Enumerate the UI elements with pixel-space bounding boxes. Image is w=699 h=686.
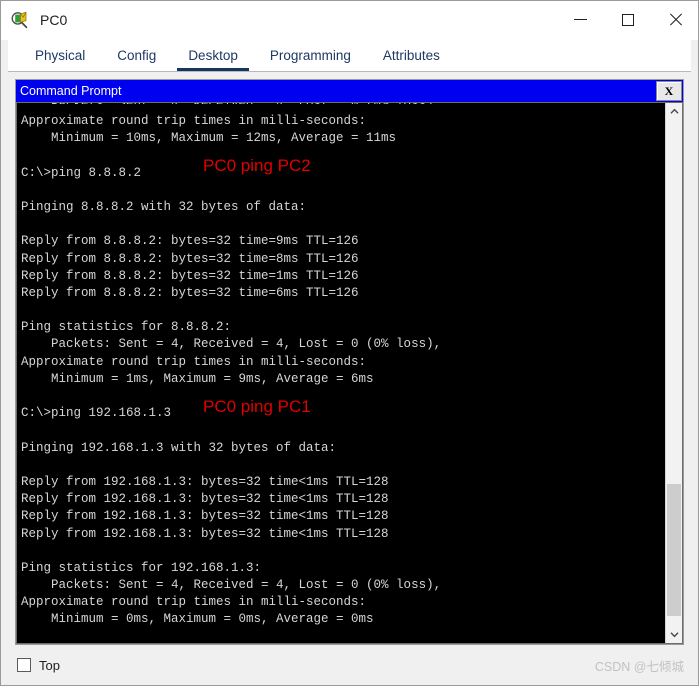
terminal-line: Pinging 192.168.1.3 with 32 bytes of dat… xyxy=(21,440,337,455)
window-title: PC0 xyxy=(40,12,68,28)
terminal-line: Pinging 8.8.8.2 with 32 bytes of data: xyxy=(21,199,307,214)
top-checkbox-label: Top xyxy=(39,657,60,673)
terminal-line: Ping statistics for 8.8.8.2: xyxy=(21,320,232,335)
scrollbar-thumb[interactable] xyxy=(667,484,681,616)
maximize-button[interactable] xyxy=(604,1,651,38)
top-checkbox-group[interactable]: Top xyxy=(17,658,60,673)
terminal-line: Packets: Sent = 4, Received = 4, Lost = … xyxy=(21,578,442,593)
chevron-down-icon xyxy=(669,632,679,638)
pc0-window: PC0 Physical Config Desktop Programming … xyxy=(0,0,699,686)
command-prompt-titlebar: Command Prompt X xyxy=(16,80,683,102)
terminal-line: Reply from 192.168.1.3: bytes=32 time<1m… xyxy=(21,474,389,489)
tabstrip: Physical Config Desktop Programming Attr… xyxy=(8,40,691,72)
tab-panel: Physical Config Desktop Programming Attr… xyxy=(8,40,691,645)
minimize-button[interactable] xyxy=(557,1,604,38)
annotation-text: PC0 ping PC2 xyxy=(203,156,311,175)
scroll-down-button[interactable] xyxy=(666,626,682,643)
tab-config[interactable]: Config xyxy=(106,48,167,71)
close-icon xyxy=(668,13,682,27)
terminal-line: Reply from 192.168.1.3: bytes=32 time<1m… xyxy=(21,509,389,524)
desktop-pane: Command Prompt X Packets: Sent = 4, Rece… xyxy=(8,72,691,645)
terminal-line: C:\>ping 8.8.8.2 xyxy=(21,165,142,180)
tab-desktop[interactable]: Desktop xyxy=(177,48,249,71)
terminal-scrollbar[interactable] xyxy=(665,103,682,643)
top-checkbox[interactable] xyxy=(17,658,31,672)
command-prompt-title: Command Prompt xyxy=(20,84,122,98)
terminal-line: Reply from 8.8.8.2: bytes=32 time=6ms TT… xyxy=(21,285,359,300)
terminal-output[interactable]: Packets: Sent = 4, Received = 4, Lost = … xyxy=(17,103,665,643)
chevron-up-icon xyxy=(669,108,679,114)
close-button[interactable] xyxy=(651,1,698,38)
bottom-bar: Top CSDN @七倾城 xyxy=(1,645,698,685)
terminal-line: Reply from 8.8.8.2: bytes=32 time=8ms TT… xyxy=(21,251,359,266)
titlebar-left: PC0 xyxy=(1,11,557,29)
terminal-line: Minimum = 0ms, Maximum = 0ms, Average = … xyxy=(21,612,374,627)
terminal-line: Reply from 8.8.8.2: bytes=32 time=9ms TT… xyxy=(21,234,359,249)
terminal-line: Packets: Sent = 4, Received = 4, Lost = … xyxy=(21,337,442,352)
window-titlebar: PC0 xyxy=(1,1,698,40)
packet-tracer-pc-icon xyxy=(11,11,29,29)
terminal-line: Approximate round trip times in milli-se… xyxy=(21,114,367,128)
watermark: CSDN @七倾城 xyxy=(594,659,684,674)
command-prompt-window: Command Prompt X Packets: Sent = 4, Rece… xyxy=(15,79,684,645)
annotation-text: PC0 ping PC1 xyxy=(203,397,311,416)
terminal-line: C:\>ping 192.168.1.3 xyxy=(21,406,172,421)
window-controls xyxy=(557,1,698,39)
scroll-up-button[interactable] xyxy=(666,103,682,120)
terminal-line: Ping statistics for 192.168.1.3: xyxy=(21,560,262,575)
terminal-line: Reply from 8.8.8.2: bytes=32 time=1ms TT… xyxy=(21,268,359,283)
minimize-icon xyxy=(574,19,587,20)
terminal-line: Reply from 192.168.1.3: bytes=32 time<1m… xyxy=(21,492,389,507)
tab-attributes[interactable]: Attributes xyxy=(372,48,451,71)
terminal-line: Minimum = 10ms, Maximum = 12ms, Average … xyxy=(21,131,397,146)
terminal-line: Approximate round trip times in milli-se… xyxy=(21,595,367,610)
tab-programming[interactable]: Programming xyxy=(259,48,362,71)
terminal-line: Packets: Sent = 4, Received = 4, Lost = … xyxy=(21,103,665,104)
tab-physical[interactable]: Physical xyxy=(24,48,96,71)
terminal-line: Reply from 192.168.1.3: bytes=32 time<1m… xyxy=(21,526,389,541)
terminal-area: Packets: Sent = 4, Received = 4, Lost = … xyxy=(16,102,683,644)
terminal-line: Minimum = 1ms, Maximum = 9ms, Average = … xyxy=(21,371,374,386)
maximize-icon xyxy=(621,13,634,26)
scrollbar-track[interactable] xyxy=(666,120,682,626)
command-prompt-close-button[interactable]: X xyxy=(656,81,682,101)
terminal-line: Approximate round trip times in milli-se… xyxy=(21,354,367,369)
